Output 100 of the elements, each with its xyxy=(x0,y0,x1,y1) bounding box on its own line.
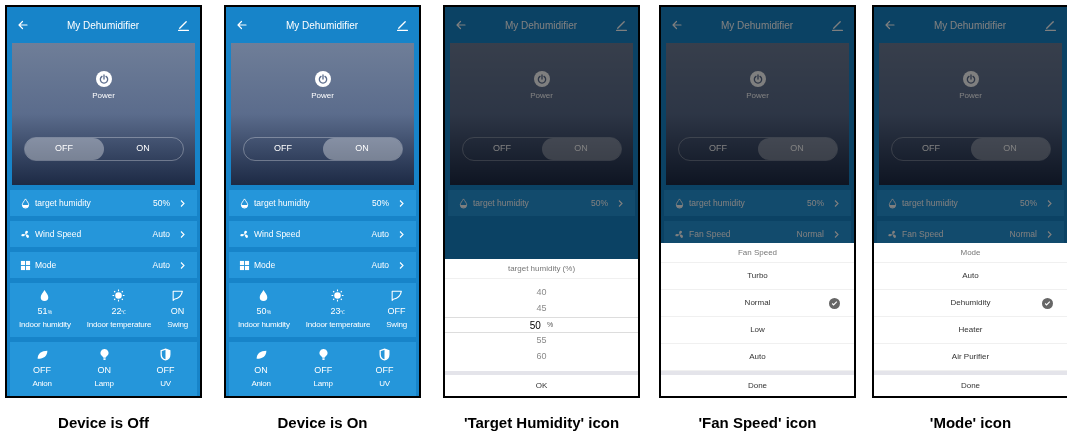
setting-value: 50% xyxy=(1020,196,1037,210)
chevron-right-icon xyxy=(178,229,187,239)
setting-label: target humidity xyxy=(902,196,959,210)
screen-title: My Dehumidifier xyxy=(720,18,794,33)
setting-label: Wind Speed xyxy=(35,227,83,241)
shield-icon xyxy=(378,348,392,362)
power-button-icon[interactable] xyxy=(314,71,331,87)
setting-label: Wind Speed xyxy=(254,227,302,241)
sheet-option[interactable]: Turbo xyxy=(747,270,768,282)
fan-icon xyxy=(674,228,685,240)
water-drop-icon xyxy=(674,197,685,209)
setting-row[interactable]: Wind Speed Auto xyxy=(229,221,416,247)
edit-pencil-icon xyxy=(177,18,190,32)
setting-row[interactable]: Wind Speed Auto xyxy=(10,221,197,247)
picker-option[interactable]: 45 xyxy=(536,302,547,316)
setting-row[interactable]: target humidity 50% xyxy=(448,190,635,216)
power-label: Power xyxy=(959,90,982,102)
swing-flap-icon xyxy=(171,289,185,303)
swing-flap-icon xyxy=(390,289,404,303)
chevron-right-icon xyxy=(1045,229,1054,239)
light-bulb-icon xyxy=(316,348,330,362)
setting-value: Auto xyxy=(152,258,170,272)
setting-label: target humidity xyxy=(254,196,311,210)
switch-label: Anion xyxy=(251,377,271,390)
picker-option[interactable]: 50 xyxy=(529,317,541,333)
setting-row[interactable]: Mode Auto xyxy=(229,252,416,278)
picker-option[interactable]: 40 xyxy=(536,286,547,300)
power-label: Power xyxy=(746,90,769,102)
chevron-right-icon xyxy=(397,260,406,270)
sheet-option[interactable]: Air Purifier xyxy=(951,351,990,363)
power-button-icon[interactable] xyxy=(962,71,979,87)
sensor-label: Indoor temperature xyxy=(86,318,152,331)
setting-row[interactable]: target humidity 50% xyxy=(229,190,416,216)
setting-row[interactable]: Mode Auto xyxy=(10,252,197,278)
setting-value: 50% xyxy=(591,196,608,210)
on-toggle-option[interactable]: ON xyxy=(322,138,402,160)
sensor-label: Swing xyxy=(167,318,188,331)
setting-value: Auto xyxy=(371,227,389,241)
setting-row[interactable]: target humidity 50% xyxy=(877,190,1064,216)
edit-pencil-icon xyxy=(831,18,844,32)
on-toggle-option[interactable]: ON xyxy=(103,138,183,160)
off-toggle-option[interactable]: OFF xyxy=(243,138,323,160)
figure-caption: 'Mode' icon xyxy=(929,413,1012,433)
sheet-title: target humidity (%) xyxy=(445,259,638,279)
back-arrow-icon xyxy=(884,19,896,31)
sheet-option[interactable]: Normal xyxy=(744,297,771,309)
sheet-option[interactable]: Low xyxy=(750,324,765,336)
chevron-right-icon xyxy=(832,229,841,239)
setting-label: Mode xyxy=(35,258,58,272)
light-bulb-icon xyxy=(97,348,111,362)
switch-label: Lamp xyxy=(94,377,114,390)
chevron-right-icon xyxy=(616,198,625,208)
power-button-icon[interactable] xyxy=(95,71,112,87)
chevron-right-icon xyxy=(832,198,841,208)
setting-value: 50% xyxy=(153,196,170,210)
back-arrow-icon xyxy=(671,19,683,31)
off-toggle-option[interactable]: OFF xyxy=(462,138,542,160)
power-button-icon[interactable] xyxy=(533,71,550,87)
setting-row[interactable]: target humidity 50% xyxy=(10,190,197,216)
screen-title: My Dehumidifier xyxy=(66,18,140,33)
figure-caption: Device is On xyxy=(277,413,368,433)
switch-state: ON xyxy=(97,364,111,378)
power-label: Power xyxy=(311,90,334,102)
off-toggle-option[interactable]: OFF xyxy=(24,138,104,160)
screen-title: My Dehumidifier xyxy=(504,18,578,33)
switch-state: ON xyxy=(254,364,268,378)
sheet-title: Mode xyxy=(874,243,1067,263)
grid-icon xyxy=(239,259,250,271)
sheet-option[interactable]: Heater xyxy=(958,324,983,336)
setting-value: Normal xyxy=(1009,227,1037,241)
back-arrow-icon xyxy=(236,19,248,31)
sensor-label: Swing xyxy=(386,318,407,331)
picker-option[interactable]: 60 xyxy=(536,350,547,364)
chevron-right-icon xyxy=(1045,198,1054,208)
power-button-icon[interactable] xyxy=(749,71,766,87)
off-toggle-option[interactable]: OFF xyxy=(678,138,758,160)
off-toggle-option[interactable]: OFF xyxy=(891,138,971,160)
switch-state: OFF xyxy=(314,364,333,378)
water-drop-icon xyxy=(239,197,250,209)
setting-label: target humidity xyxy=(35,196,92,210)
back-arrow-icon xyxy=(17,19,29,31)
figure-caption: 'Target Humidity' icon xyxy=(463,413,620,433)
sheet-option[interactable]: Dehumidity xyxy=(950,297,991,309)
grid-icon xyxy=(20,259,31,271)
shield-icon xyxy=(159,348,173,362)
sheet-option[interactable]: Auto xyxy=(749,351,766,363)
screen-title: My Dehumidifier xyxy=(933,18,1007,33)
chevron-right-icon xyxy=(178,198,187,208)
sheet-option[interactable]: Auto xyxy=(962,270,979,282)
sensor-label: Indoor humidity xyxy=(19,318,71,331)
power-label: Power xyxy=(530,90,553,102)
setting-value: 50% xyxy=(372,196,389,210)
picker-option[interactable]: 55 xyxy=(536,334,547,348)
setting-row[interactable]: target humidity 50% xyxy=(664,190,851,216)
screen-title: My Dehumidifier xyxy=(285,18,359,33)
power-label: Power xyxy=(92,90,115,102)
setting-label: target humidity xyxy=(689,196,746,210)
water-drop-icon xyxy=(887,197,898,209)
fan-icon xyxy=(887,228,898,240)
setting-label: Mode xyxy=(254,258,277,272)
